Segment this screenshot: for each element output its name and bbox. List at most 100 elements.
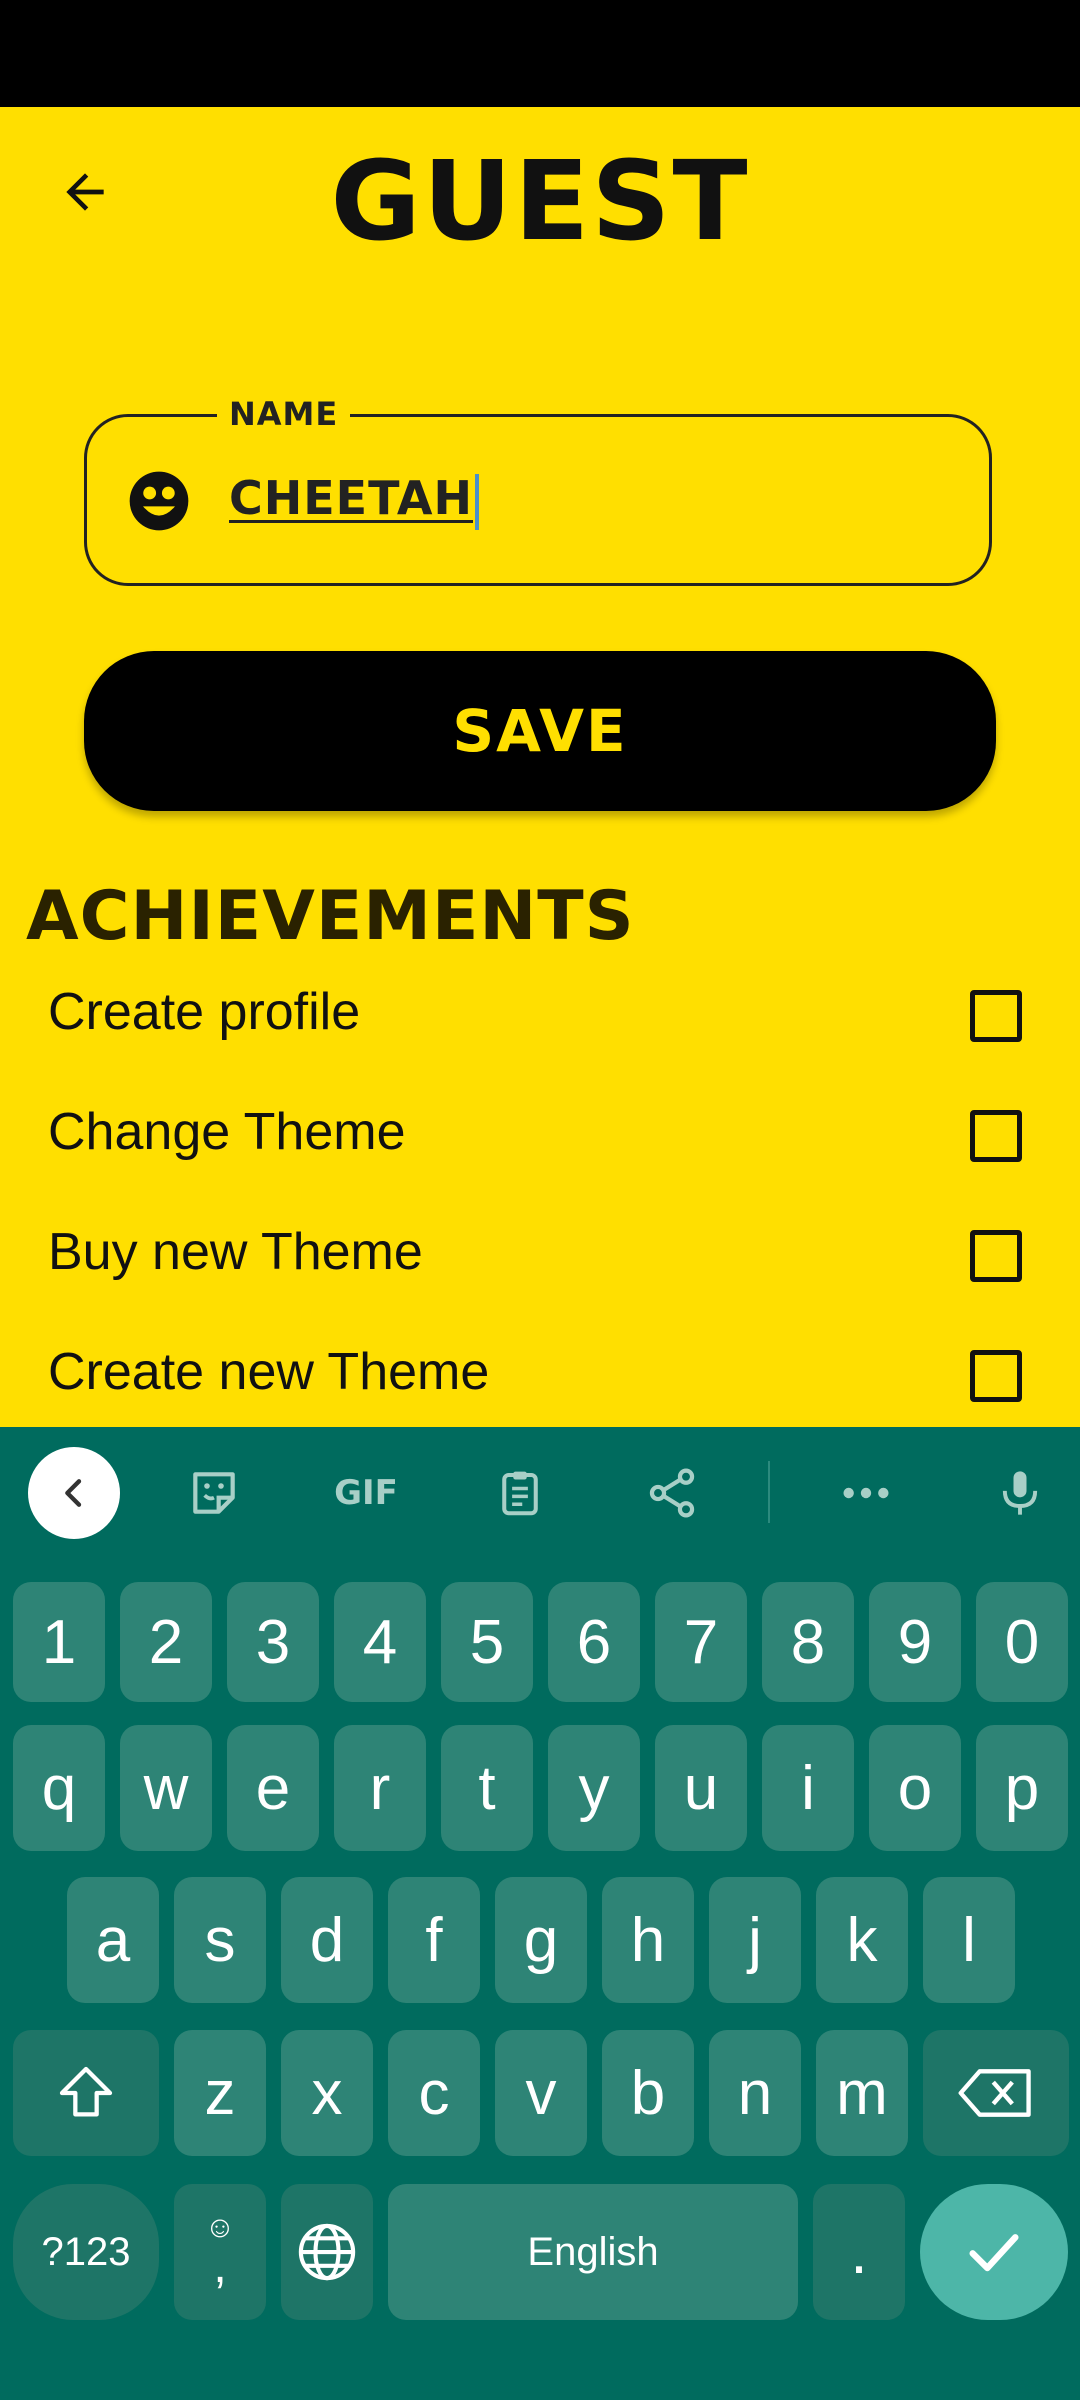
key-label: p <box>1004 1753 1040 1823</box>
key-label: s <box>204 1905 236 1975</box>
name-field[interactable]: NAME CHEETAH <box>84 395 992 586</box>
gif-label: GIF <box>334 1473 398 1513</box>
achievement-row: Change Theme <box>0 1080 1080 1190</box>
space-key-label: English <box>527 2229 659 2274</box>
key-e[interactable]: e <box>227 1725 319 1851</box>
key-i[interactable]: i <box>762 1725 854 1851</box>
key-label: d <box>309 1905 345 1975</box>
key-label: t <box>478 1753 496 1823</box>
key-4[interactable]: 4 <box>334 1582 426 1702</box>
achievement-label: Buy new Theme <box>48 1223 423 1281</box>
key-r[interactable]: r <box>334 1725 426 1851</box>
profile-screen: GUEST NAME CHEETAH SAVE ACHIEVEMENTS Cre… <box>0 107 1080 1427</box>
sticker-icon[interactable] <box>168 1447 260 1539</box>
key-label: a <box>95 1905 131 1975</box>
page-title: GUEST <box>330 137 750 265</box>
key-k[interactable]: k <box>816 1877 908 2003</box>
more-icon[interactable] <box>820 1447 912 1539</box>
face-icon <box>129 471 189 531</box>
key-label: c <box>418 2058 450 2128</box>
emoji-comma-key[interactable]: ☺ , <box>174 2184 266 2320</box>
key-g[interactable]: g <box>495 1877 587 2003</box>
key-label: y <box>578 1753 610 1823</box>
shift-icon <box>59 2066 113 2117</box>
key-label: h <box>630 1905 666 1975</box>
key-label: j <box>748 1905 762 1975</box>
key-j[interactable]: j <box>709 1877 801 2003</box>
key-t[interactable]: t <box>441 1725 533 1851</box>
checkmark-icon <box>969 2234 1019 2272</box>
achievement-checkbox[interactable] <box>970 1350 1022 1402</box>
key-label: 1 <box>41 1607 77 1677</box>
key-c[interactable]: c <box>388 2030 480 2156</box>
key-f[interactable]: f <box>388 1877 480 2003</box>
key-9[interactable]: 9 <box>869 1582 961 1702</box>
key-6[interactable]: 6 <box>548 1582 640 1702</box>
key-y[interactable]: y <box>548 1725 640 1851</box>
key-d[interactable]: d <box>281 1877 373 2003</box>
key-0[interactable]: 0 <box>976 1582 1068 1702</box>
key-v[interactable]: v <box>495 2030 587 2156</box>
key-n[interactable]: n <box>709 2030 801 2156</box>
achievement-label: Create new Theme <box>48 1343 490 1401</box>
language-key[interactable] <box>281 2184 373 2320</box>
achievement-row: Create new Theme <box>0 1320 1080 1430</box>
key-label: v <box>525 2058 557 2128</box>
key-h[interactable]: h <box>602 1877 694 2003</box>
period-key[interactable]: . <box>813 2184 905 2320</box>
key-label: 2 <box>148 1607 184 1677</box>
achievement-checkbox[interactable] <box>970 1230 1022 1282</box>
key-m[interactable]: m <box>816 2030 908 2156</box>
save-button-label: SAVE <box>452 697 628 765</box>
key-5[interactable]: 5 <box>441 1582 533 1702</box>
key-label: f <box>425 1905 443 1975</box>
share-icon[interactable] <box>626 1447 718 1539</box>
key-label: l <box>962 1905 976 1975</box>
backspace-key[interactable] <box>923 2030 1069 2156</box>
key-z[interactable]: z <box>174 2030 266 2156</box>
key-s[interactable]: s <box>174 1877 266 2003</box>
key-q[interactable]: q <box>13 1725 105 1851</box>
key-x[interactable]: x <box>281 2030 373 2156</box>
globe-icon <box>298 2223 356 2281</box>
key-label: r <box>369 1753 391 1823</box>
key-u[interactable]: u <box>655 1725 747 1851</box>
key-label: m <box>836 2058 888 2128</box>
key-7[interactable]: 7 <box>655 1582 747 1702</box>
key-label: 4 <box>362 1607 398 1677</box>
mic-icon[interactable] <box>974 1447 1066 1539</box>
key-label: q <box>41 1753 77 1823</box>
chevron-left-icon[interactable] <box>28 1447 120 1539</box>
achievement-checkbox[interactable] <box>970 990 1022 1042</box>
key-p[interactable]: p <box>976 1725 1068 1851</box>
status-bar <box>0 0 1080 107</box>
key-8[interactable]: 8 <box>762 1582 854 1702</box>
symbols-key[interactable]: ?123 <box>13 2184 159 2320</box>
key-b[interactable]: b <box>602 2030 694 2156</box>
on-screen-keyboard: GIF 1 2 3 4 5 6 7 8 9 0 q w e r t y u i … <box>0 1427 1080 2400</box>
symbols-key-label: ?123 <box>41 2229 131 2274</box>
clipboard-icon[interactable] <box>474 1447 566 1539</box>
key-label: , <box>213 2240 227 2293</box>
key-l[interactable]: l <box>923 1877 1015 2003</box>
key-2[interactable]: 2 <box>120 1582 212 1702</box>
key-a[interactable]: a <box>67 1877 159 2003</box>
key-3[interactable]: 3 <box>227 1582 319 1702</box>
key-label: 5 <box>469 1607 505 1677</box>
key-label: 8 <box>790 1607 826 1677</box>
key-label: . <box>850 2217 868 2287</box>
achievement-label: Create profile <box>48 983 361 1041</box>
save-button[interactable]: SAVE <box>84 651 996 811</box>
achievement-checkbox[interactable] <box>970 1110 1022 1162</box>
backspace-icon <box>958 2069 1031 2117</box>
key-o[interactable]: o <box>869 1725 961 1851</box>
shift-key[interactable] <box>13 2030 159 2156</box>
key-label: 9 <box>897 1607 933 1677</box>
gif-button[interactable]: GIF <box>320 1447 412 1539</box>
space-key[interactable]: English <box>388 2184 798 2320</box>
name-input[interactable]: CHEETAH <box>229 471 480 530</box>
enter-key[interactable] <box>920 2184 1068 2320</box>
key-1[interactable]: 1 <box>13 1582 105 1702</box>
key-w[interactable]: w <box>120 1725 212 1851</box>
name-field-label: NAME <box>217 395 351 433</box>
